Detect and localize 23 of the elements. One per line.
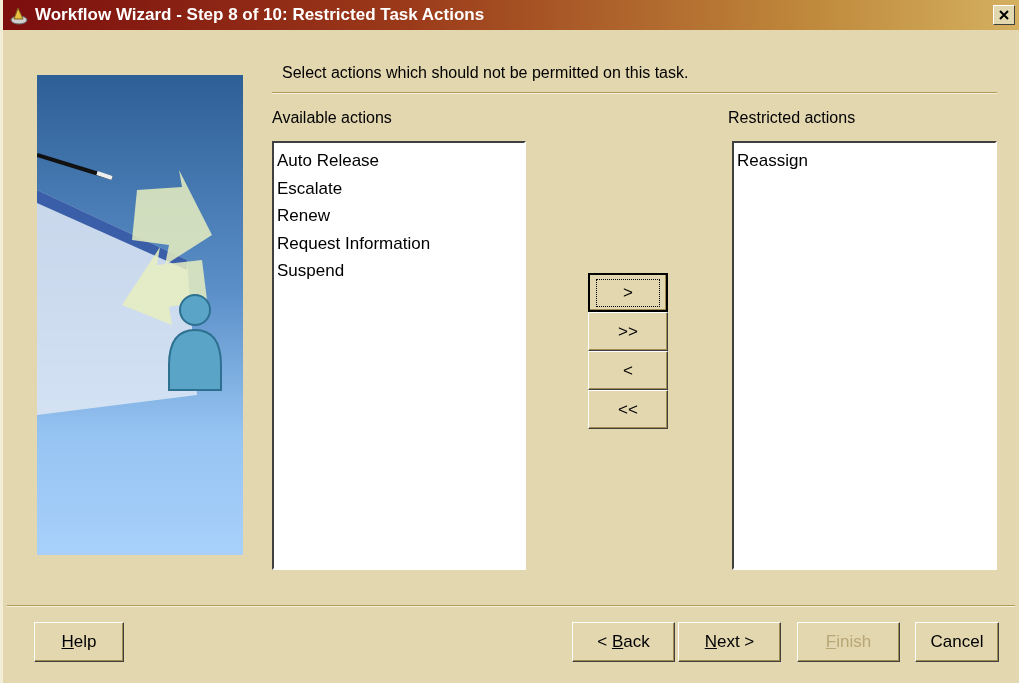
help-button[interactable]: Help — [34, 622, 124, 662]
list-item[interactable]: Auto Release — [276, 147, 381, 175]
instruction-text: Select actions which should not be permitted on this task. — [282, 64, 690, 83]
transfer-button[interactable]: << — [588, 390, 668, 429]
wizard-nav-button[interactable]: Cancel — [915, 622, 999, 662]
list-box[interactable]: Reassign — [732, 141, 997, 570]
transfer-button[interactable]: < — [588, 351, 668, 390]
transfer-button[interactable]: >> — [588, 312, 668, 351]
list-item[interactable]: Suspend — [276, 257, 346, 285]
wizard-nav-button[interactable]: Next > — [678, 622, 781, 662]
restricted-actions-label: Restricted actions — [728, 109, 856, 127]
close-button[interactable] — [993, 5, 1015, 25]
close-icon — [998, 9, 1010, 21]
available-actions-label: Available actions — [272, 109, 392, 127]
list-box[interactable]: Auto Release Escalate Renew Request Information Suspend — [272, 141, 526, 570]
list-item[interactable]: Escalate — [276, 174, 344, 202]
wizard-hat-icon — [9, 5, 29, 25]
wizard-nav-button[interactable]: < Back — [572, 622, 675, 662]
window-title: Workflow Wizard - Step 8 of 10: Restricted Task Actions — [35, 5, 486, 25]
list-item[interactable]: Reassign — [736, 147, 809, 175]
transfer-button[interactable]: > — [588, 273, 668, 312]
list-item[interactable]: Renew — [276, 202, 331, 230]
list-item[interactable]: Request Information — [276, 229, 432, 257]
